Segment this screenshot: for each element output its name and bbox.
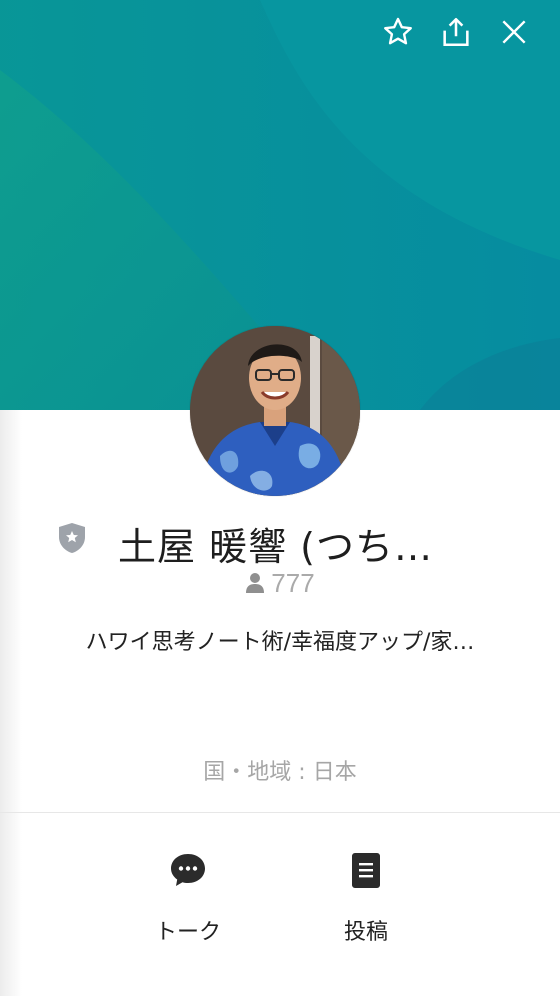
status-message[interactable]: ハワイ思考ノート術/幸福度アップ/家… <box>0 624 560 656</box>
avatar-photo <box>190 326 360 496</box>
document-icon <box>352 853 380 888</box>
favorite-button[interactable] <box>380 14 416 50</box>
post-button[interactable]: 投稿 <box>296 850 436 946</box>
star-icon <box>384 17 412 45</box>
person-icon <box>246 573 265 593</box>
talk-button[interactable]: トーク <box>118 850 258 946</box>
cover-toolbar <box>380 14 532 50</box>
share-icon <box>443 17 469 47</box>
region-label: 国・地域 : 日本 <box>203 760 357 785</box>
chat-bubble-icon <box>171 854 205 886</box>
divider <box>0 812 560 813</box>
share-button[interactable] <box>438 14 474 50</box>
friend-count: 777 <box>271 568 315 598</box>
close-button[interactable] <box>496 14 532 50</box>
left-edge-shade <box>0 410 22 996</box>
close-icon <box>502 20 526 44</box>
post-label: 投稿 <box>343 920 388 945</box>
talk-label: トーク <box>154 920 221 945</box>
profile-name-row: 土屋 暖響 (つち… <box>0 512 560 569</box>
profile-name: 土屋 暖響 (つち… <box>118 525 433 569</box>
friend-count-row[interactable]: 777 <box>0 568 560 599</box>
avatar[interactable] <box>190 326 360 496</box>
shield-badge-icon[interactable] <box>58 522 86 554</box>
